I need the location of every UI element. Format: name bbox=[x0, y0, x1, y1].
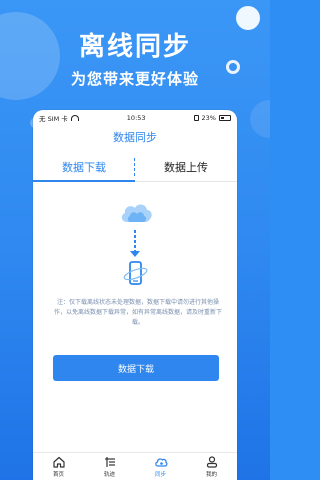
smartphone-icon bbox=[123, 261, 148, 285]
battery-icon bbox=[218, 115, 231, 121]
sync-tabs: 数据下载 数据上传 bbox=[33, 152, 237, 182]
tab-upload-label: 数据上传 bbox=[164, 160, 208, 174]
promo-subline: 为您带来更好体验 bbox=[70, 70, 199, 88]
sync-cloud-icon bbox=[154, 458, 167, 467]
download-arrow-icon bbox=[134, 230, 136, 252]
profile-icon bbox=[206, 456, 217, 468]
tab-divider bbox=[134, 158, 135, 176]
download-button-label: 数据下载 bbox=[117, 364, 154, 375]
home-icon bbox=[52, 456, 65, 468]
tabbar-label-profile: 我的 bbox=[205, 472, 217, 478]
tabbar-item-sync[interactable]: 同步 bbox=[135, 453, 186, 480]
status-bar: 无 SIM 卡 10:53 23% bbox=[33, 110, 237, 126]
page-title: 数据同步 bbox=[113, 131, 157, 144]
promo-headline: 离线同步 bbox=[78, 32, 191, 62]
tabbar-label-track: 轨迹 bbox=[103, 472, 115, 478]
battery-percent: 23% bbox=[201, 114, 216, 122]
tab-download[interactable]: 数据下载 bbox=[33, 152, 135, 182]
track-icon bbox=[104, 457, 115, 467]
decor-bubble bbox=[250, 100, 270, 138]
download-data-button[interactable]: 数据下载 bbox=[53, 355, 219, 381]
tab-upload[interactable]: 数据上传 bbox=[135, 152, 237, 181]
tabbar-item-home[interactable]: 首页 bbox=[33, 453, 84, 480]
carrier-label: 无 SIM 卡 bbox=[39, 115, 68, 123]
tabbar-label-home: 首页 bbox=[52, 472, 64, 478]
cloud-icon bbox=[121, 204, 152, 222]
tabbar-label-sync: 同步 bbox=[154, 472, 166, 478]
download-notice: 注：仅下载离线状态未处理数据，数据下载中请勿进行其他操作，以免离线数据下载异常，… bbox=[53, 299, 222, 326]
rotation-lock-icon bbox=[193, 115, 199, 121]
wifi-icon bbox=[70, 115, 79, 121]
phone-screen: 无 SIM 卡 10:53 23% 数据同步 数据下载 数据上传 注：仅下载离线… bbox=[33, 110, 237, 480]
status-time: 10:53 bbox=[126, 114, 146, 122]
arrow-head-icon bbox=[130, 251, 140, 257]
tab-download-label: 数据下载 bbox=[62, 160, 106, 174]
tabbar-item-track[interactable]: 轨迹 bbox=[84, 453, 135, 480]
tabbar-item-profile[interactable]: 我的 bbox=[186, 453, 237, 480]
sync-illustration bbox=[33, 200, 237, 296]
bottom-tabbar: 首页 轨迹 同步 我的 bbox=[33, 452, 237, 480]
